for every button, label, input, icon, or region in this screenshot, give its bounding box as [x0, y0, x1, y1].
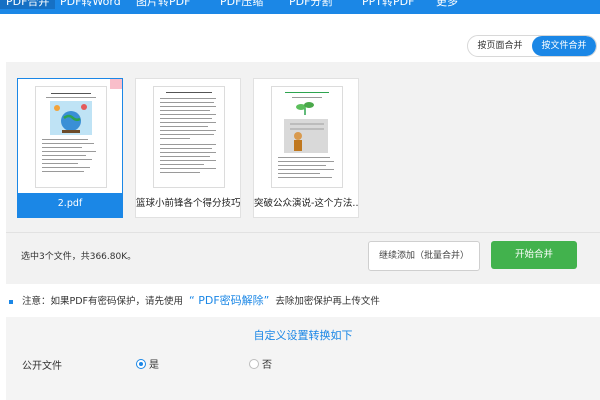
radio-label: 否 [262, 360, 272, 371]
merge-mode-toggle: 按页面合并 按文件合并 [467, 35, 597, 57]
file-thumbnail [153, 86, 225, 188]
file-thumbnail [35, 86, 107, 188]
nav-item-pdf-to-word[interactable]: PDF转Word [60, 0, 121, 9]
selection-status: 选中3个文件，共366.80K。 [21, 252, 137, 262]
nav-item-pdf-merge[interactable]: PDF合并 [0, 0, 56, 9]
settings-panel: 自定义设置转换如下 公开文件 是 否 [6, 317, 600, 400]
panel-divider [6, 232, 600, 233]
remove-file-icon[interactable] [110, 79, 122, 89]
file-thumbnail [271, 86, 343, 188]
file-card[interactable]: 2.pdf [17, 78, 123, 218]
globe-illustration-icon [50, 101, 92, 135]
radio-checked-icon [136, 358, 146, 369]
nav-item-more[interactable]: 更多 [436, 0, 458, 9]
file-card[interactable]: 篮球小前锋各个得分技巧... [135, 78, 241, 218]
settings-title: 自定义设置转换如下 [253, 329, 353, 342]
pdf-password-remove-link[interactable]: “ PDF密码解除” [189, 294, 269, 307]
file-name: 篮球小前锋各个得分技巧... [136, 198, 240, 209]
add-more-button[interactable]: 继续添加（批量合并） [368, 241, 480, 271]
radio-unchecked-icon [249, 358, 259, 369]
merge-by-file-button[interactable]: 按文件合并 [532, 36, 596, 56]
file-name: 2.pdf [17, 193, 123, 217]
nav-item-image-to-pdf[interactable]: 图片转PDF [136, 0, 190, 9]
file-panel: 2.pdf 篮球小前锋各个得分技巧... 突破公众演说-这个方法... 选中3个… [6, 62, 600, 284]
plant-icon [296, 102, 314, 115]
radio-label: 是 [149, 360, 159, 371]
file-card[interactable]: 突破公众演说-这个方法... [253, 78, 359, 218]
notice-suffix: 去除加密保护再上传文件 [275, 296, 380, 307]
start-merge-button[interactable]: 开始合并 [491, 241, 577, 269]
merge-by-page-button[interactable]: 按页面合并 [468, 36, 532, 56]
nav-item-pdf-compress[interactable]: PDF压缩 [220, 0, 263, 9]
nav-item-ppt-to-pdf[interactable]: PPT转PDF [362, 0, 414, 9]
bullet-icon [9, 299, 13, 304]
public-no-radio[interactable]: 否 [249, 357, 272, 371]
public-yes-radio[interactable]: 是 [136, 357, 159, 371]
password-notice: 注意：如果PDF有密码保护，请先使用 “ PDF密码解除” 去除加密保护再上传文件 [9, 292, 380, 308]
nav-item-pdf-split[interactable]: PDF分割 [289, 0, 332, 9]
file-name: 突破公众演说-这个方法... [254, 198, 358, 209]
notice-prefix: 注意：如果PDF有密码保护，请先使用 [22, 296, 184, 307]
top-nav: PDF合并 PDF转Word 图片转PDF PDF压缩 PDF分割 PPT转PD… [0, 0, 600, 14]
public-file-label: 公开文件 [22, 361, 62, 372]
speaker-illustration-icon [284, 119, 328, 153]
